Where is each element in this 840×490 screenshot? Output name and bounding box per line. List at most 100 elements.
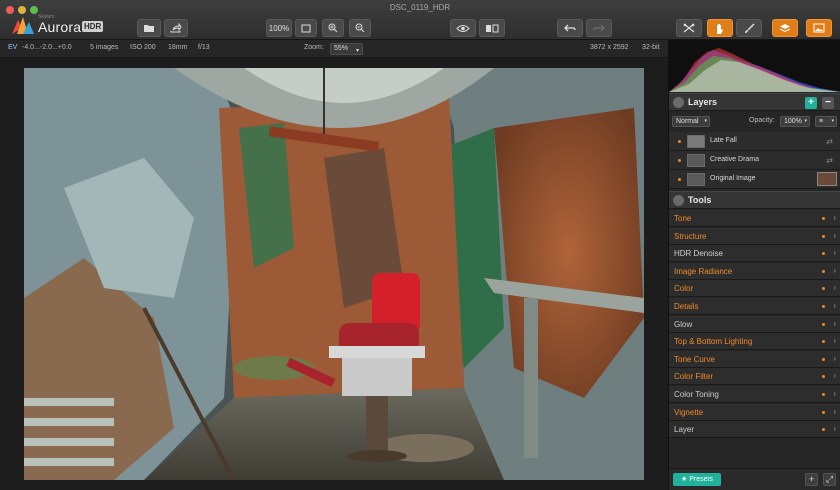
tool-name: Color Filter [674,372,714,382]
add-layer-button[interactable]: + [805,97,817,109]
tool-item[interactable]: Image Radiance › [669,262,840,280]
zoom-value: 55% [334,45,349,52]
opacity-select[interactable]: 100% ▾ [780,116,810,127]
zoom-select[interactable]: 55% ▾ [330,43,364,55]
layer-adjust-icon[interactable]: ⇄ [826,156,833,165]
tool-active-dot [822,252,825,256]
tool-active-dot [822,375,825,379]
layer-controls: Normal ▾ Opacity: 100% ▾ ≡ ▾ [669,113,840,131]
blend-mode-value: Normal [676,118,699,125]
remove-layer-button[interactable]: − [822,97,834,109]
tool-active-dot [822,287,825,291]
ev-label: EV [8,44,18,51]
fit-screen-button[interactable] [295,19,317,37]
chevron-right-icon[interactable]: › [833,371,836,380]
tools-header[interactable]: Tools [669,191,840,209]
image-canvas[interactable] [0,58,668,490]
tool-item[interactable]: Color › [669,280,840,298]
zoom-100-button[interactable]: 100% [266,19,292,37]
chevron-right-icon[interactable]: › [833,336,836,345]
eye-icon [456,24,470,32]
tool-item[interactable]: Vignette › [669,403,840,421]
hand-tool-button[interactable] [707,19,733,37]
layer-thumbnail [687,135,705,148]
document-title: DSC_0119_HDR [389,3,451,12]
opacity-label: Opacity: [749,117,775,124]
ev-values: -4.0...-2.0...+0.0 [22,44,72,51]
layer-visibility-dot[interactable] [678,178,681,181]
tool-name: Tone Curve [674,354,715,364]
crop-tools-button[interactable] [676,19,702,37]
chevron-right-icon[interactable]: › [833,389,836,398]
brand-badge: HDR [82,21,104,32]
zoom-out-icon [355,23,365,33]
brand-name: Aurora [38,19,82,35]
layer-options-menu[interactable]: ≡ ▾ [815,116,837,127]
add-button[interactable]: + [805,473,818,486]
tool-item[interactable]: Tone › [669,210,840,227]
image-panel-button[interactable] [806,19,832,37]
expand-icon[interactable]: ⤢ [823,473,836,486]
layer-item[interactable]: Creative Drama ⇄ [669,151,840,170]
chevron-right-icon[interactable]: › [833,424,836,433]
undo-icon [564,24,576,31]
tool-item[interactable]: Structure › [669,227,840,245]
chevron-right-icon[interactable]: › [833,283,836,292]
list-icon: ≡ [819,118,824,125]
brush-tool-button[interactable] [736,19,762,37]
tool-name: Details [674,302,699,311]
tool-item[interactable]: Color Toning › [669,386,840,403]
chevron-right-icon[interactable]: › [833,407,836,416]
tool-name: Tone [674,214,692,223]
layer-name: Late Fall [710,137,737,144]
layer-item[interactable]: Original Image [669,170,840,189]
chevron-right-icon[interactable]: › [833,319,836,328]
zoom-in-button[interactable] [322,19,344,37]
layer-visibility-dot[interactable] [678,140,681,143]
photo-preview[interactable] [24,68,644,480]
bit-depth: 32-bit [642,44,660,51]
info-bar: EV -4.0...-2.0...+0.0 5 images ISO 200 1… [0,40,668,58]
layers-header[interactable]: Layers + − [669,93,840,111]
layer-item[interactable]: Late Fall ⇄ [669,132,840,151]
tool-item[interactable]: Glow › [669,315,840,333]
tools-title: Tools [688,195,712,205]
share-button[interactable] [164,19,188,37]
focal-length: 18mm [168,44,188,51]
tool-item[interactable]: Details › [669,298,840,315]
tool-item[interactable]: Layer › [669,421,840,439]
chevron-right-icon[interactable]: › [833,231,836,240]
chevron-right-icon[interactable]: › [833,301,836,310]
chevron-down-icon: ▾ [356,48,360,54]
image-dimensions: 3872 x 2592 [590,44,629,51]
tool-active-dot [822,410,825,414]
undo-button[interactable] [557,19,583,37]
layers-panel-button[interactable] [772,19,798,37]
chevron-right-icon[interactable]: › [833,354,836,363]
preview-button[interactable] [450,19,476,37]
compare-icon [486,24,499,32]
compare-button[interactable] [479,19,505,37]
tool-item[interactable]: Color Filter › [669,368,840,386]
opacity-value: 100% [784,118,802,125]
tool-item[interactable]: Tone Curve › [669,350,840,368]
redo-button[interactable] [586,19,612,37]
blend-mode-select[interactable]: Normal ▾ [672,116,710,127]
layer-adjust-icon[interactable]: ⇄ [826,137,833,146]
tool-name: Image Radiance [674,266,733,276]
tool-item[interactable]: HDR Denoise › [669,245,840,263]
presets-button[interactable]: ★ Presets [673,473,721,486]
chevron-right-icon[interactable]: › [833,266,836,275]
tool-item[interactable]: Top & Bottom Lighting › [669,333,840,351]
panel-footer: ★ Presets + ⤢ [669,468,840,490]
tool-name: Layer [674,425,695,435]
tool-active-dot [822,234,825,238]
title-bar: DSC_0119_HDR Skylum Aurora HDR 100% [0,0,840,40]
layer-visibility-dot[interactable] [678,159,681,162]
zoom-out-button[interactable] [349,19,371,37]
tool-active-dot [822,269,825,273]
chevron-right-icon[interactable]: › [833,213,836,222]
open-button[interactable] [137,19,161,37]
layer-name: Original Image [710,175,756,182]
chevron-right-icon[interactable]: › [833,248,836,257]
